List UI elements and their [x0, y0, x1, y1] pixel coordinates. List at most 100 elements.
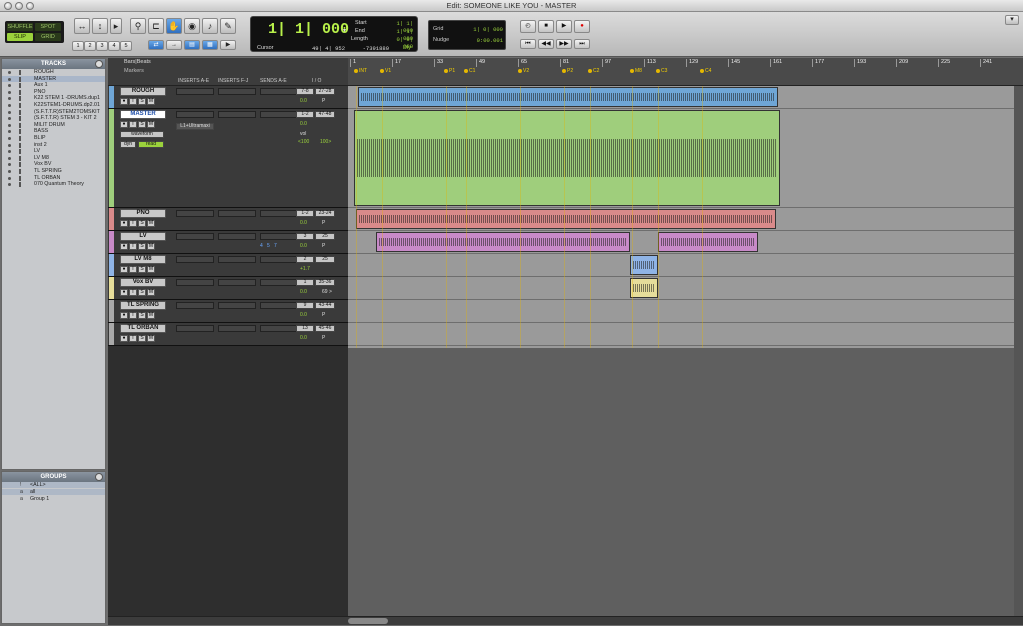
grid-value[interactable]: 1| 0| 000 — [465, 26, 503, 33]
marker-c4[interactable]: C4 — [700, 68, 711, 74]
input-selector[interactable]: 1-2 — [296, 210, 314, 217]
track-input-button[interactable]: I — [129, 312, 137, 319]
output-selector[interactable]: 23-24 — [315, 210, 335, 217]
group-list-item[interactable]: a Group 1 — [2, 496, 105, 503]
track-playlist-lane[interactable] — [348, 86, 1023, 109]
track-visibility-icon[interactable] — [19, 83, 21, 89]
track-visibility-icon[interactable] — [19, 70, 21, 75]
audio-clip[interactable] — [376, 232, 630, 252]
track-solo-button[interactable]: S — [138, 289, 146, 296]
counter-dropdown-icon[interactable]: ▾ — [343, 27, 346, 34]
track-record-button[interactable]: ● — [120, 98, 128, 105]
marker-m8[interactable]: M8 — [630, 68, 642, 74]
shuffle-mode-button[interactable]: SHUFFLE — [7, 23, 33, 31]
track-playlist-lane[interactable] — [348, 254, 1023, 277]
track-list-item[interactable]: (S.F.T.T.R) STEM 3 - KIT 2 — [2, 115, 105, 122]
insert-plugin[interactable]: L1+Ultramaxi — [176, 123, 214, 130]
pre-post-roll-label[interactable]: Dly — [403, 45, 411, 51]
markers-ruler-label[interactable]: Markers — [108, 67, 348, 76]
marker-p2[interactable]: P2 — [562, 68, 573, 74]
track-input-button[interactable]: I — [129, 98, 137, 105]
send-assignment[interactable]: 7 — [274, 243, 277, 249]
show-track-dot-icon[interactable] — [8, 169, 11, 173]
track-record-button[interactable]: ● — [120, 289, 128, 296]
input-selector[interactable]: 7-8 — [296, 88, 314, 95]
input-selector[interactable]: 2 — [296, 256, 314, 263]
pan-value[interactable]: P — [322, 335, 325, 341]
zoom-preset-1[interactable]: 1 — [72, 41, 84, 51]
pan-value[interactable]: P — [322, 98, 325, 104]
pan-right-value[interactable]: 100> — [320, 139, 331, 145]
mirror-midi-icon[interactable]: ▤ — [184, 40, 200, 50]
marker-c1[interactable]: C1 — [464, 68, 475, 74]
output-selector[interactable]: 25 — [315, 233, 335, 240]
track-mute-button[interactable]: M — [147, 266, 155, 273]
track-record-button[interactable]: ● — [120, 312, 128, 319]
insert-slot[interactable] — [218, 233, 256, 240]
insert-slot[interactable] — [260, 111, 298, 118]
output-selector[interactable]: 47-48 — [315, 111, 335, 118]
track-visibility-icon[interactable] — [19, 122, 21, 128]
track-mute-button[interactable]: M — [147, 98, 155, 105]
output-selector[interactable]: 43-44 — [315, 302, 335, 309]
track-name[interactable]: TL SPRING — [120, 301, 166, 310]
volume-value[interactable]: +1.7 — [300, 266, 310, 272]
output-selector[interactable]: 27-28 — [315, 88, 335, 95]
vertical-scrollbar[interactable] — [1014, 86, 1023, 616]
track-list-item[interactable]: BASS — [2, 128, 105, 135]
group-list-item[interactable]: a all — [2, 489, 105, 496]
track-name[interactable]: ROUGH — [120, 87, 166, 96]
show-track-dot-icon[interactable] — [8, 163, 11, 167]
volume-value[interactable]: 0.0 — [300, 121, 307, 127]
show-track-dot-icon[interactable] — [8, 103, 11, 107]
track-playlist-lane[interactable] — [348, 231, 1023, 254]
timeline-rulers[interactable]: 1 17 33 49 65 81 97 113 129 145 161 177 193 209 225 241… — [348, 58, 1023, 86]
audio-clip[interactable] — [356, 209, 776, 229]
volume-value[interactable]: 0.0 — [300, 220, 307, 226]
track-list-item[interactable]: ROUGH — [2, 69, 105, 76]
send-assignment[interactable]: 4 — [260, 243, 263, 249]
pan-left-value[interactable]: <100 — [298, 139, 309, 145]
insert-slot[interactable] — [176, 233, 214, 240]
track-visibility-icon[interactable] — [19, 182, 21, 188]
track-name[interactable]: MASTER — [120, 110, 166, 119]
go-to-end-button[interactable]: ⏭ — [574, 39, 590, 49]
track-list-item[interactable]: inst 2 — [2, 142, 105, 149]
groups-panel-menu-icon[interactable] — [95, 473, 103, 481]
input-selector[interactable]: 1-2 — [296, 111, 314, 118]
insert-slot[interactable] — [176, 325, 214, 332]
track-visibility-icon[interactable] — [19, 116, 21, 122]
send-assignment[interactable]: 5 — [267, 243, 270, 249]
insert-slot[interactable] — [176, 111, 214, 118]
track-name[interactable]: TL ORBAN — [120, 324, 166, 333]
track-list-item[interactable]: K22 STEM 1 -DRUMS.dup1 — [2, 95, 105, 102]
track-input-button[interactable]: I — [129, 266, 137, 273]
track-visibility-icon[interactable] — [19, 109, 21, 115]
track-input-button[interactable]: I — [129, 243, 137, 250]
zoom-toggle-icon[interactable]: ▸ — [110, 18, 122, 34]
zoom-preset-5[interactable]: 5 — [120, 41, 132, 51]
track-mute-button[interactable]: M — [147, 243, 155, 250]
insert-slot[interactable] — [260, 256, 298, 263]
marker-v1[interactable]: V1 — [380, 68, 391, 74]
marker-p1[interactable]: P1 — [444, 68, 455, 74]
track-list-item[interactable]: Vox BV — [2, 161, 105, 168]
insert-slot[interactable] — [176, 88, 214, 95]
track-mute-button[interactable]: M — [147, 312, 155, 319]
insert-slot[interactable] — [260, 302, 298, 309]
output-selector[interactable]: 45-46 — [315, 325, 335, 332]
track-solo-button[interactable]: S — [138, 266, 146, 273]
track-playlist-lane[interactable] — [348, 109, 1023, 208]
marker-c2[interactable]: C2 — [588, 68, 599, 74]
track-input-button[interactable]: I — [129, 220, 137, 227]
track-list-item[interactable]: PNO — [2, 89, 105, 96]
fast-forward-button[interactable]: ▶▶ — [556, 39, 572, 49]
track-mute-button[interactable]: M — [147, 121, 155, 128]
audio-clip[interactable] — [354, 110, 780, 206]
track-name[interactable]: PNO — [120, 209, 166, 218]
zoom-vertical-icon[interactable]: ↕ — [92, 18, 108, 34]
tab-to-transient-icon[interactable]: → — [166, 40, 182, 50]
input-selector[interactable]: 9 — [296, 302, 314, 309]
zoom-window-button[interactable] — [26, 2, 34, 10]
insertion-follows-icon[interactable]: ▶ — [220, 40, 236, 50]
